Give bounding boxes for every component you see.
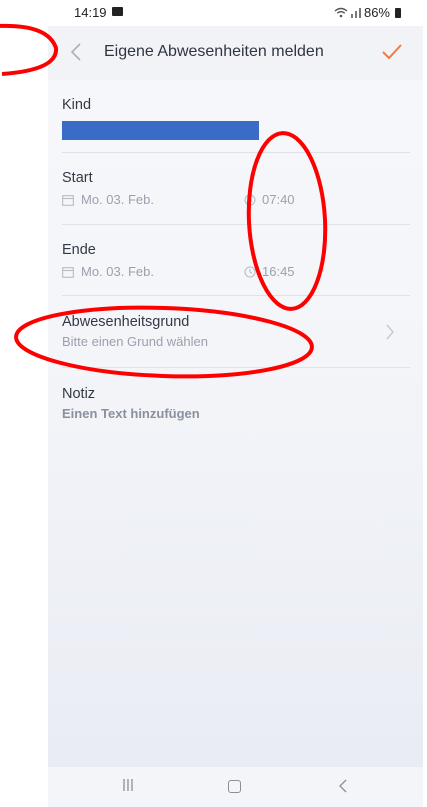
grund-field[interactable]: Abwesenheitsgrund Bitte einen Grund wähl…	[62, 314, 408, 349]
divider	[62, 152, 410, 153]
ende-date[interactable]: Mo. 03. Feb.	[62, 264, 154, 279]
status-time: 14:19	[74, 5, 107, 20]
calendar-icon	[62, 194, 74, 206]
divider	[62, 295, 410, 296]
notiz-label: Notiz	[62, 386, 96, 402]
gallery-icon	[112, 7, 123, 16]
battery-icon	[395, 7, 401, 18]
status-indicators: 86%	[334, 5, 401, 20]
start-label: Start	[62, 170, 93, 186]
home-icon[interactable]	[228, 780, 241, 793]
wifi-icon	[334, 7, 348, 18]
nav-back-icon[interactable]	[338, 778, 348, 794]
ende-field: Ende	[62, 242, 408, 258]
clock-icon	[244, 193, 256, 206]
signal-icon	[350, 8, 361, 18]
start-date[interactable]: Mo. 03. Feb.	[62, 192, 154, 207]
ende-label: Ende	[62, 242, 96, 258]
battery-percent: 86%	[363, 5, 390, 20]
divider	[62, 367, 410, 368]
kind-field[interactable]: Kind	[62, 97, 408, 113]
phone-screen: 14:19 86% Eigene Abwesenheiten melden Ki…	[48, 0, 423, 807]
start-time-value: 07:40	[262, 192, 295, 207]
app-header: Eigene Abwesenheiten melden	[48, 26, 423, 80]
redacted-child-name	[62, 121, 259, 140]
calendar-icon	[62, 266, 74, 278]
grund-placeholder: Bitte einen Grund wählen	[62, 334, 208, 349]
notiz-placeholder: Einen Text hinzufügen	[62, 406, 200, 421]
ende-date-value: Mo. 03. Feb.	[81, 264, 154, 279]
status-bar: 14:19 86%	[48, 0, 423, 26]
kind-label: Kind	[62, 97, 92, 113]
system-nav-bar	[48, 767, 423, 807]
check-icon[interactable]	[381, 42, 403, 62]
divider	[62, 224, 410, 225]
start-time[interactable]: 07:40	[244, 192, 295, 207]
ende-time-value: 16:45	[262, 264, 295, 279]
back-icon[interactable]	[70, 42, 82, 62]
page-title: Eigene Abwesenheiten melden	[104, 43, 324, 60]
grund-label: Abwesenheitsgrund	[62, 314, 190, 330]
recent-apps-icon[interactable]	[122, 779, 134, 791]
notiz-field[interactable]: Notiz Einen Text hinzufügen	[62, 386, 408, 421]
start-field: Start	[62, 170, 408, 186]
clock-icon	[244, 265, 256, 278]
chevron-right-icon[interactable]	[385, 323, 395, 341]
start-date-value: Mo. 03. Feb.	[81, 192, 154, 207]
ende-time[interactable]: 16:45	[244, 264, 295, 279]
